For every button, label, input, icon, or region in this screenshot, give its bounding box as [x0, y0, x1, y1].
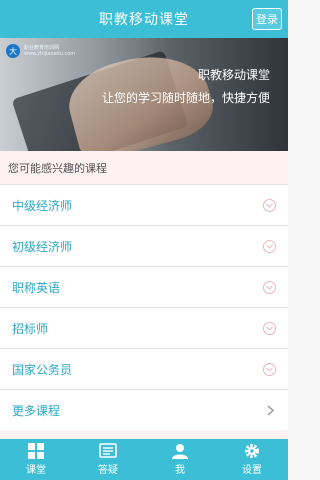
tab-label: 课堂	[26, 465, 46, 476]
course-label: 初级经济师	[12, 239, 73, 254]
banner[interactable]: 大 职业教育培训网 www.zhijiaoedu.com 职教移动课堂 让您的学…	[0, 38, 288, 151]
grid-icon	[28, 443, 44, 459]
logo-text-line2: www.zhijiaoedu.com	[24, 51, 76, 57]
divider-strip	[0, 431, 288, 439]
course-label: 招标师	[12, 321, 49, 336]
user-icon	[172, 444, 188, 459]
section-title: 您可能感兴趣的课程	[0, 151, 288, 184]
tab-label: 我	[175, 465, 185, 476]
logo: 大 职业教育培训网 www.zhijiaoedu.com	[6, 44, 75, 58]
course-label: 国家公务员	[12, 362, 73, 377]
tab-qa[interactable]: 答疑	[72, 439, 144, 480]
banner-tagline: 让您的学习随时随地，快捷方便	[101, 91, 270, 105]
gear-icon	[245, 444, 259, 458]
tab-label: 设置	[242, 465, 262, 476]
chevron-down-icon	[263, 198, 276, 212]
login-button[interactable]: 登录	[252, 8, 282, 30]
logo-text: 职业教育培训网 www.zhijiaoedu.com	[24, 45, 75, 57]
course-list: 中级经济师 初级经济师 职称英语 招标师 国家公务员 更多课程	[0, 184, 288, 430]
course-item-more[interactable]: 更多课程	[0, 389, 288, 430]
course-item-professional-english[interactable]: 职称英语	[0, 266, 288, 307]
chevron-right-icon	[264, 404, 276, 416]
course-item-bidding-engineer[interactable]: 招标师	[0, 307, 288, 348]
course-label: 中级经济师	[12, 198, 73, 213]
course-label: 更多课程	[12, 403, 61, 418]
tab-label: 答疑	[98, 465, 118, 476]
chat-icon	[99, 443, 117, 458]
course-label: 职称英语	[12, 280, 61, 295]
tab-classroom[interactable]: 课堂	[0, 439, 72, 480]
course-item-junior-economist[interactable]: 初级经济师	[0, 225, 288, 266]
logo-mark: 大	[6, 44, 20, 58]
chevron-down-icon	[263, 321, 276, 335]
top-bar: 职教移动课堂 登录	[0, 0, 288, 38]
page-title: 职教移动课堂	[99, 12, 189, 28]
course-item-civil-servant[interactable]: 国家公务员	[0, 348, 288, 389]
bottom-tab-bar: 课堂 答疑 我 设置	[0, 439, 288, 480]
tab-me[interactable]: 我	[144, 439, 216, 480]
chevron-down-icon	[263, 239, 276, 253]
banner-headline: 职教移动课堂	[197, 68, 270, 82]
course-item-intermediate-economist[interactable]: 中级经济师	[0, 184, 288, 225]
tab-settings[interactable]: 设置	[216, 439, 288, 480]
chevron-down-icon	[263, 280, 276, 294]
chevron-down-icon	[263, 362, 276, 376]
